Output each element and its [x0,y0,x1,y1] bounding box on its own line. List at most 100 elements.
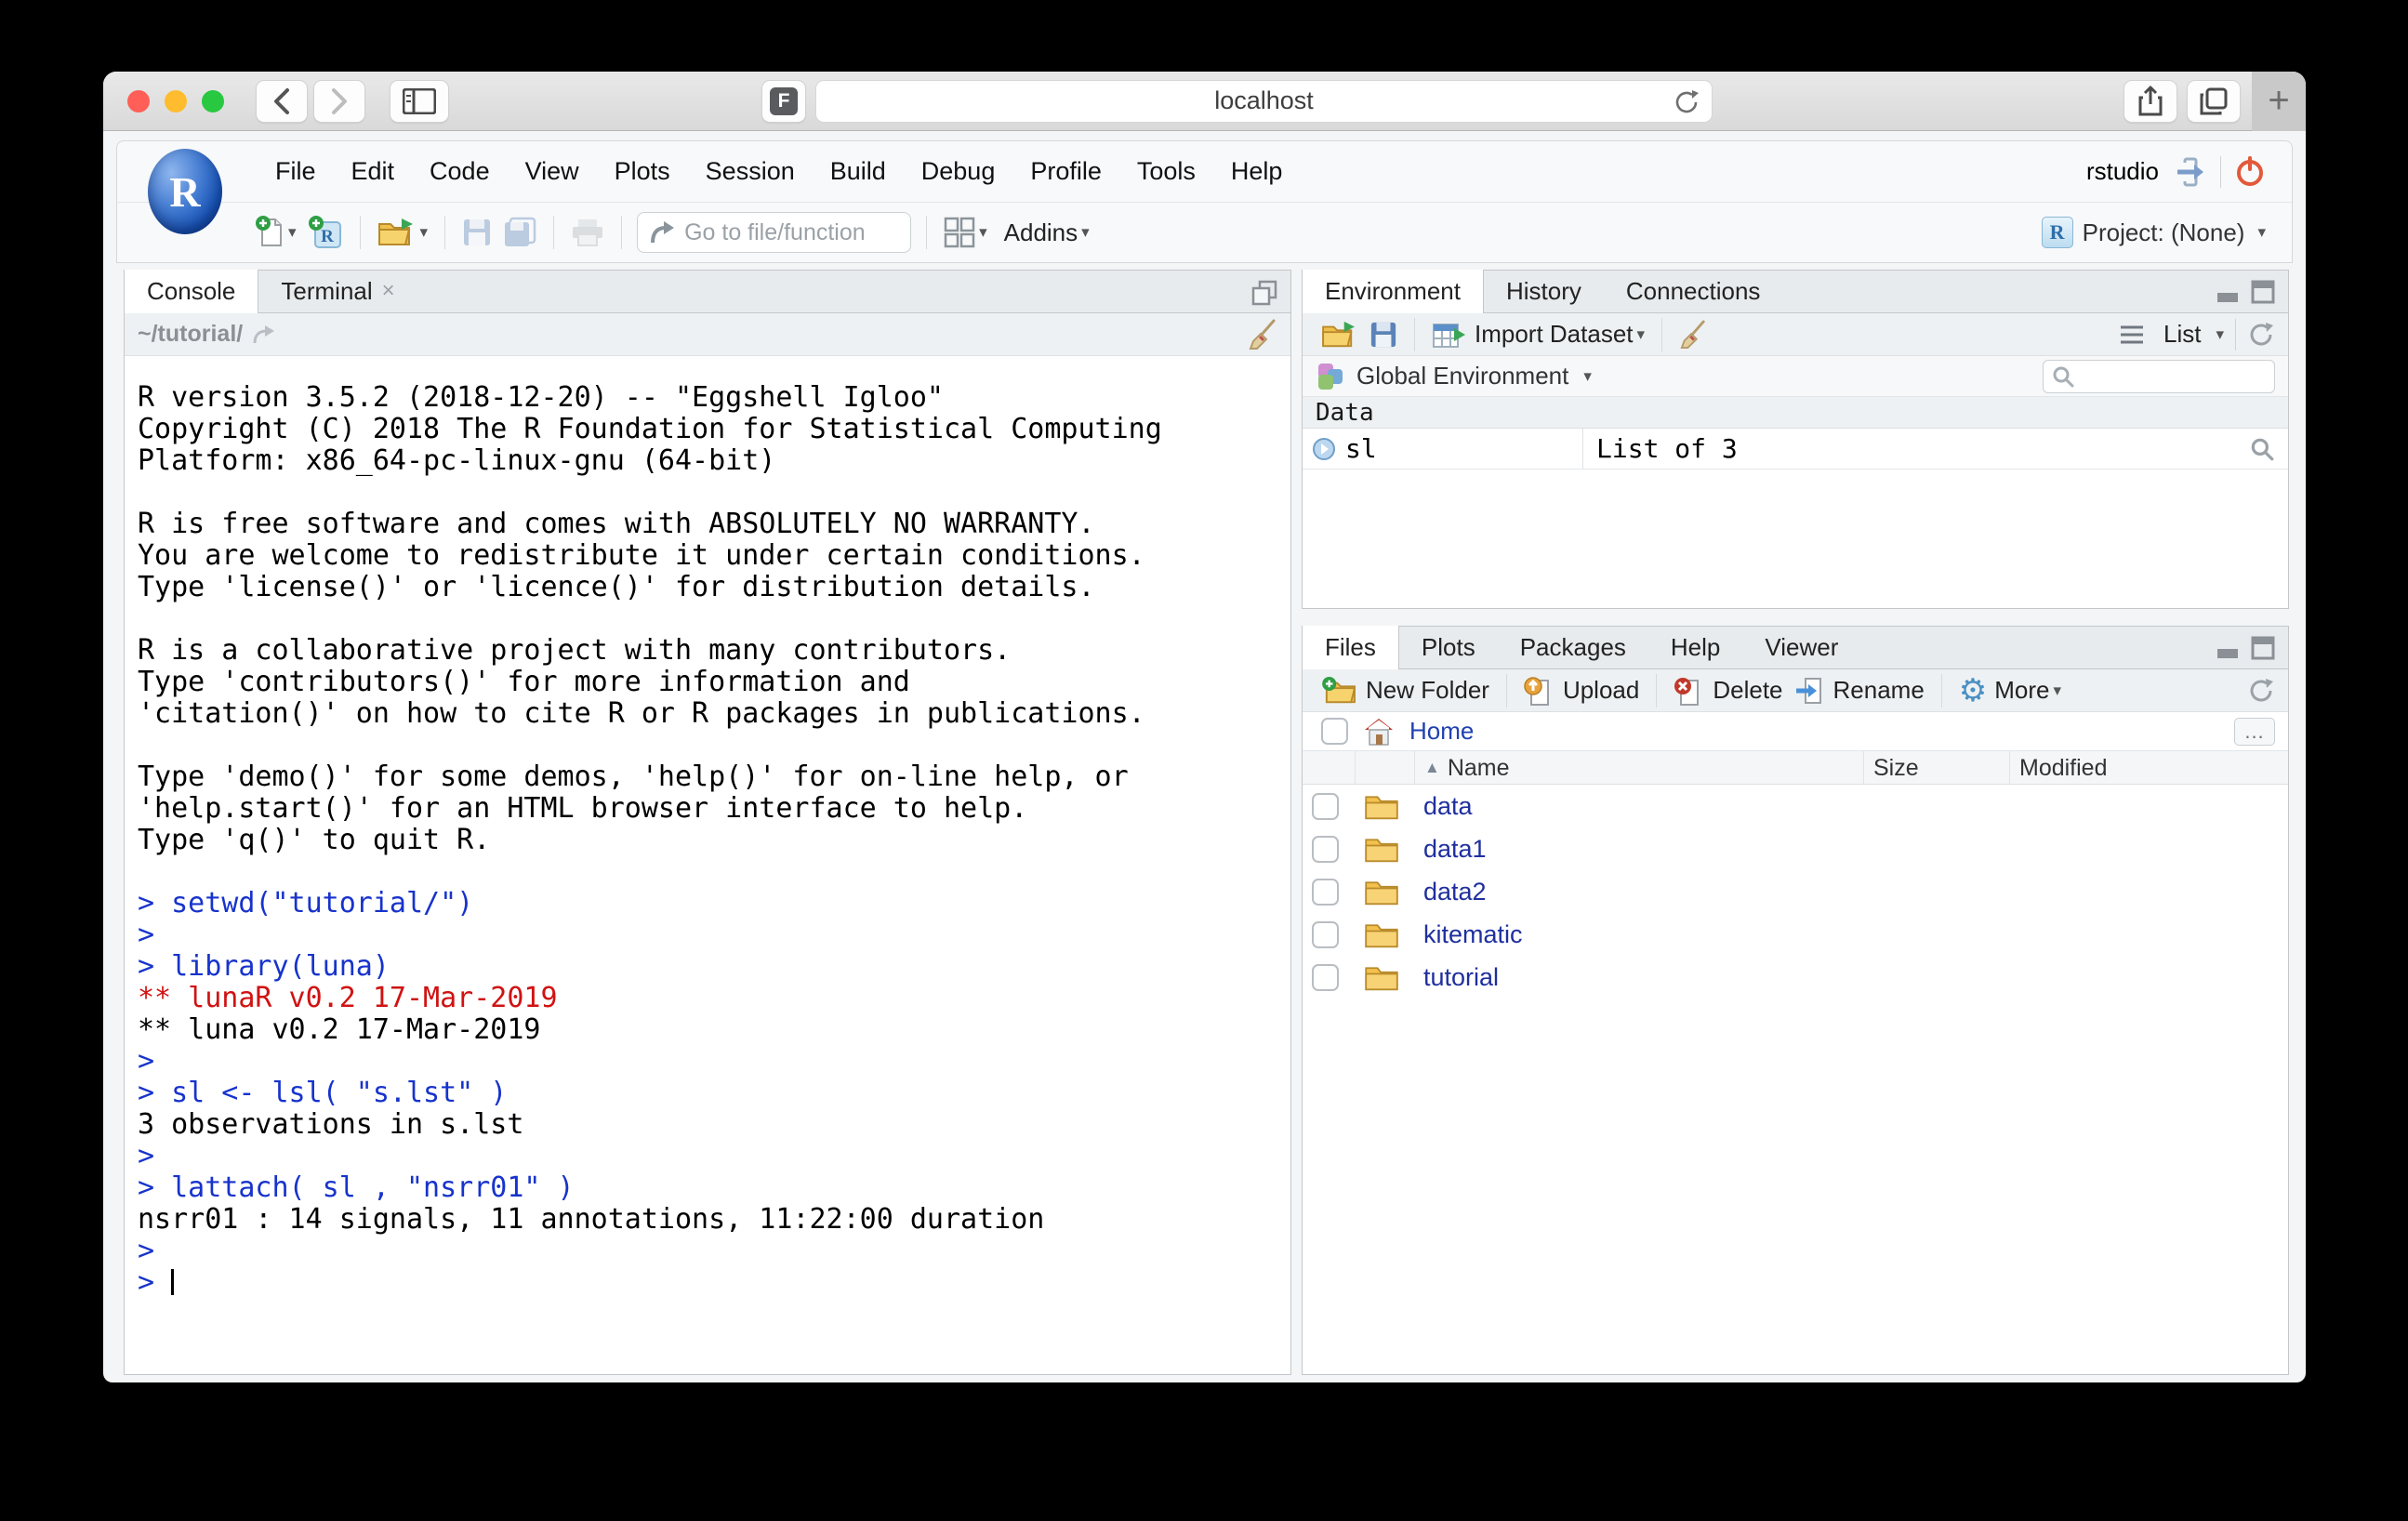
new-project-button[interactable]: R [302,210,349,255]
file-row[interactable]: data1 [1303,827,2288,870]
expand-object-icon[interactable] [1312,437,1336,461]
folder-link[interactable]: data1 [1423,835,1487,864]
menu-code[interactable]: Code [430,157,490,186]
tab-packages[interactable]: Packages [1498,626,1648,668]
import-dataset-button[interactable]: Import Dataset ▾ [1426,312,1650,357]
tab-connections[interactable]: Connections [1604,270,1783,312]
maximize-pane-icon[interactable] [2251,280,2275,304]
select-all-checkbox[interactable] [1321,718,1348,745]
tab-viewer[interactable]: Viewer [1742,626,1860,668]
view-mode-label[interactable]: List [2163,320,2201,349]
column-modified[interactable]: Modified [2009,751,2288,785]
project-selector[interactable]: R Project: (None) ▾ [2042,217,2266,248]
sign-out-icon[interactable] [2172,157,2207,187]
file-row[interactable]: kitematic [1303,913,2288,956]
new-file-button[interactable]: ▾ [249,210,302,255]
folder-link[interactable]: kitematic [1423,920,1523,949]
divider [2220,156,2221,188]
chevron-down-icon[interactable]: ▾ [2216,325,2224,344]
upload-button[interactable]: Upload [1518,668,1645,713]
delete-button[interactable]: Delete [1668,668,1788,713]
refresh-icon[interactable] [2247,321,2275,349]
import-dataset-label: Import Dataset [1475,320,1634,349]
menu-session[interactable]: Session [706,157,795,186]
environment-object-row[interactable]: sl List of 3 [1303,429,2288,470]
reload-icon[interactable] [1673,88,1700,116]
console-line [138,603,1281,635]
files-breadcrumb-row: Home ... [1303,712,2288,751]
quit-session-icon[interactable] [2234,156,2266,188]
column-name[interactable]: ▲Name [1414,751,1863,785]
console-line: ** lunaR v0.2 17-Mar-2019 [138,983,1281,1014]
goto-directory-icon[interactable] [252,324,276,345]
new-folder-button[interactable]: New Folder [1316,668,1495,713]
menu-build[interactable]: Build [830,157,886,186]
menu-view[interactable]: View [525,157,579,186]
tab-environment[interactable]: Environment [1303,270,1484,313]
tab-plots[interactable]: Plots [1399,626,1498,668]
tab-help[interactable]: Help [1648,626,1742,668]
zoom-window-button[interactable] [202,90,224,112]
row-checkbox[interactable] [1312,964,1339,991]
close-icon[interactable]: × [382,278,395,304]
chevron-down-icon: ▾ [979,223,987,242]
clear-console-icon[interactable] [1248,319,1277,350]
addins-button[interactable]: Addins ▾ [993,210,1095,255]
share-button[interactable] [2124,80,2177,123]
column-size[interactable]: Size [1863,751,2009,785]
favicon-button[interactable]: F [761,80,806,123]
folder-link[interactable]: tutorial [1423,963,1499,992]
menu-profile[interactable]: Profile [1030,157,1102,186]
minimize-pane-icon[interactable] [2216,280,2240,304]
menu-help[interactable]: Help [1231,157,1283,186]
minimize-window-button[interactable] [165,90,187,112]
console-prompt-line[interactable]: > [138,1267,1281,1299]
goto-file-input[interactable]: Go to file/function [637,212,911,253]
inspect-object-icon[interactable] [2249,436,2275,462]
menu-plots[interactable]: Plots [615,157,670,186]
open-file-button[interactable]: ▾ [372,210,434,255]
environment-search-input[interactable] [2043,360,2275,393]
more-breadcrumb-button[interactable]: ... [2234,718,2275,746]
more-button[interactable]: ⚙ More ▾ [1953,668,2067,713]
file-row[interactable]: tutorial [1303,956,2288,999]
folder-link[interactable]: data2 [1423,878,1487,906]
sidebar-button[interactable] [390,80,449,123]
new-tab-button[interactable]: + [2252,72,2306,131]
file-row[interactable]: data [1303,785,2288,827]
clear-environment-button[interactable] [1674,312,1713,357]
tab-files[interactable]: Files [1303,626,1399,669]
minimize-pane-icon[interactable] [2216,636,2240,660]
row-checkbox[interactable] [1312,879,1339,906]
save-workspace-button[interactable] [1364,312,1403,357]
file-row[interactable]: data2 [1303,870,2288,913]
console-line: Type 'q()' to quit R. [138,825,1281,856]
forward-button[interactable] [313,80,365,123]
tab-overview-button[interactable] [2187,80,2241,123]
console-output[interactable]: R version 3.5.2 (2018-12-20) -- "Eggshel… [125,356,1290,1299]
tab-history[interactable]: History [1484,270,1604,312]
scope-label[interactable]: Global Environment [1356,362,1568,390]
maximize-pane-icon[interactable] [1251,280,1277,306]
chevron-down-icon[interactable]: ▾ [1583,367,1592,386]
tab-console[interactable]: Console [125,270,258,313]
folder-link[interactable]: data [1423,792,1473,821]
row-checkbox[interactable] [1312,793,1339,820]
menu-file[interactable]: File [275,157,316,186]
address-bar[interactable]: localhost [815,80,1713,123]
workspace-panes-button[interactable]: ▾ [938,210,993,255]
breadcrumb-home[interactable]: Home [1409,717,1474,746]
menu-edit[interactable]: Edit [351,157,395,186]
maximize-pane-icon[interactable] [2251,636,2275,660]
tab-terminal[interactable]: Terminal × [258,270,417,312]
menu-tools[interactable]: Tools [1137,157,1196,186]
row-checkbox[interactable] [1312,921,1339,948]
close-window-button[interactable] [127,90,150,112]
save-button [456,210,497,255]
refresh-icon[interactable] [2247,677,2275,705]
back-button[interactable] [256,80,308,123]
row-checkbox[interactable] [1312,836,1339,863]
rename-button[interactable]: Rename [1789,668,1930,713]
load-workspace-button[interactable] [1316,312,1364,357]
menu-debug[interactable]: Debug [921,157,996,186]
